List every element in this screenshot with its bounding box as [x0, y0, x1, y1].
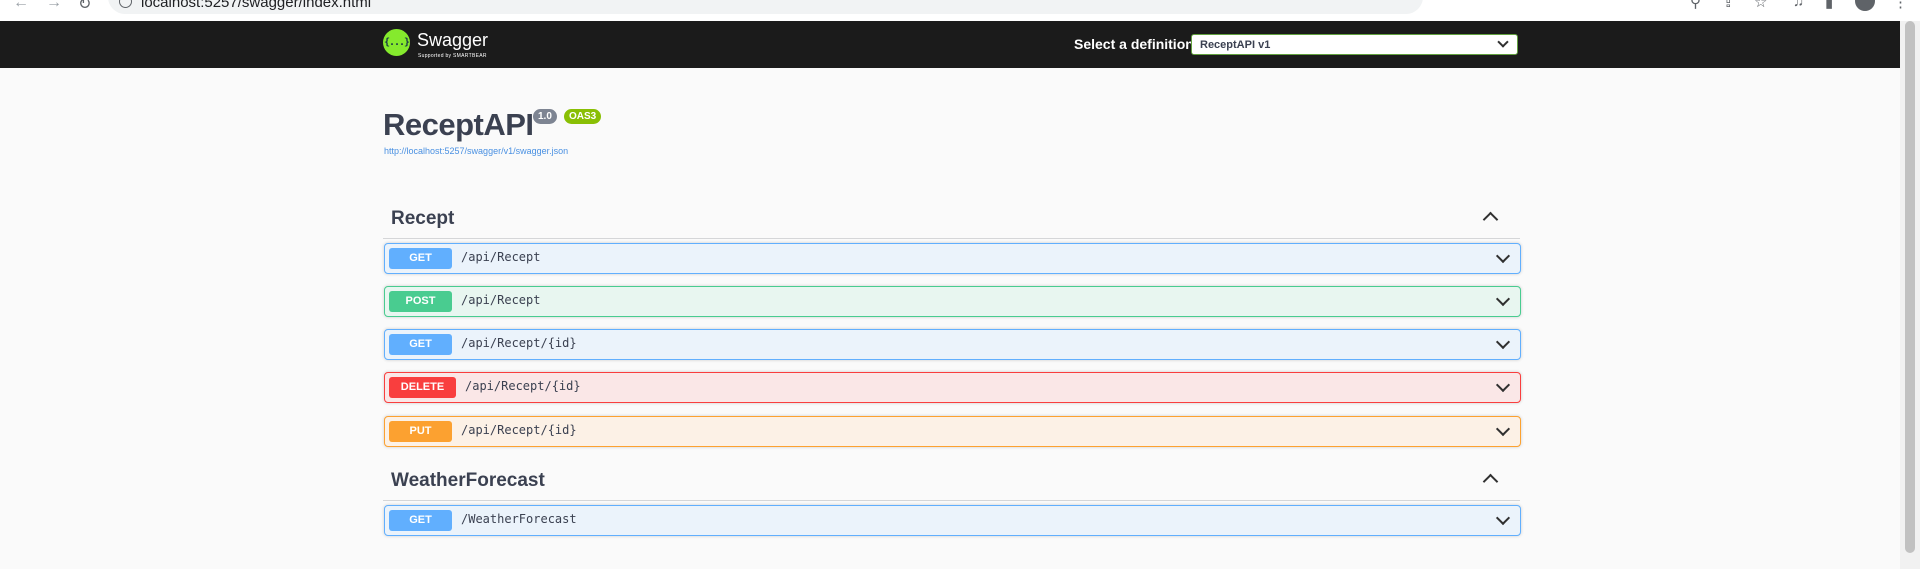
operation-put-api-recept-id[interactable]: PUT /api/Recept/{id}: [384, 416, 1521, 447]
browser-toolbar: ← → ↻ localhost:5257/swagger/index.html …: [0, 0, 1920, 21]
chevron-down-icon[interactable]: [1495, 510, 1511, 526]
operation-path: /api/Recept/{id}: [461, 423, 577, 437]
method-badge-get: GET: [389, 510, 452, 531]
api-title: ReceptAPI: [383, 107, 534, 142]
operation-delete-api-recept-id[interactable]: DELETE /api/Recept/{id}: [384, 372, 1521, 403]
definition-select[interactable]: ReceptAPI v1: [1191, 34, 1518, 55]
spec-url-link[interactable]: http://localhost:5257/swagger/v1/swagger…: [384, 146, 568, 156]
forward-icon[interactable]: →: [46, 0, 62, 12]
operation-get-api-recept[interactable]: GET /api/Recept: [384, 243, 1521, 274]
chevron-up-icon[interactable]: [1482, 211, 1499, 228]
page-scrollbar-thumb[interactable]: [1905, 21, 1915, 553]
side-panel-icon[interactable]: ▮: [1825, 0, 1833, 11]
chevron-down-icon[interactable]: [1495, 377, 1511, 393]
back-icon[interactable]: ←: [13, 0, 29, 12]
swagger-logo-icon[interactable]: {...}: [383, 29, 410, 56]
reload-icon[interactable]: ↻: [78, 0, 91, 14]
kebab-menu-icon[interactable]: ⋮: [1893, 0, 1908, 11]
method-badge-post: POST: [389, 291, 452, 312]
operation-get-api-recept-id[interactable]: GET /api/Recept/{id}: [384, 329, 1521, 360]
bookmark-star-icon[interactable]: ☆: [1754, 0, 1767, 11]
chevron-down-icon: [1497, 36, 1509, 48]
method-badge-get: GET: [389, 334, 452, 355]
swagger-brand-sub: Supported by SMARTBEAR: [418, 53, 487, 59]
operation-path: /api/Recept/{id}: [461, 336, 577, 350]
method-badge-delete: DELETE: [389, 377, 456, 398]
share-icon[interactable]: ⇪: [1722, 0, 1735, 11]
swagger-brand-name[interactable]: Swagger: [417, 30, 488, 51]
zoom-icon[interactable]: ⚲: [1690, 0, 1701, 11]
operation-path: /api/Recept: [461, 250, 541, 264]
media-icon[interactable]: ♫: [1793, 0, 1804, 10]
tag-name: Recept: [391, 208, 455, 229]
profile-icon[interactable]: [1855, 0, 1875, 11]
chevron-up-icon[interactable]: [1482, 473, 1499, 490]
chevron-down-icon[interactable]: [1495, 334, 1511, 350]
chevron-down-icon[interactable]: [1495, 421, 1511, 437]
operation-path: /WeatherForecast: [461, 512, 577, 526]
oas-badge: OAS3: [564, 109, 602, 124]
tag-header-weatherforecast[interactable]: WeatherForecast: [383, 459, 1520, 501]
chevron-down-icon[interactable]: [1495, 291, 1511, 307]
operation-path: /api/Recept/{id}: [465, 379, 581, 393]
definition-label: Select a definition: [1074, 36, 1194, 52]
tag-name: WeatherForecast: [391, 470, 545, 491]
method-badge-get: GET: [389, 248, 452, 269]
operation-get-weatherforecast[interactable]: GET /WeatherForecast: [384, 505, 1521, 536]
definition-select-value: ReceptAPI v1: [1200, 39, 1271, 51]
swagger-topbar: {...} Swagger Supported by SMARTBEAR Sel…: [0, 21, 1900, 68]
operation-post-api-recept[interactable]: POST /api/Recept: [384, 286, 1521, 317]
method-badge-put: PUT: [389, 421, 452, 442]
version-badge: 1.0: [533, 109, 557, 124]
address-url[interactable]: localhost:5257/swagger/index.html: [141, 0, 371, 11]
tag-header-recept[interactable]: Recept: [383, 197, 1520, 239]
chevron-down-icon[interactable]: [1495, 248, 1511, 264]
operation-path: /api/Recept: [461, 293, 541, 307]
